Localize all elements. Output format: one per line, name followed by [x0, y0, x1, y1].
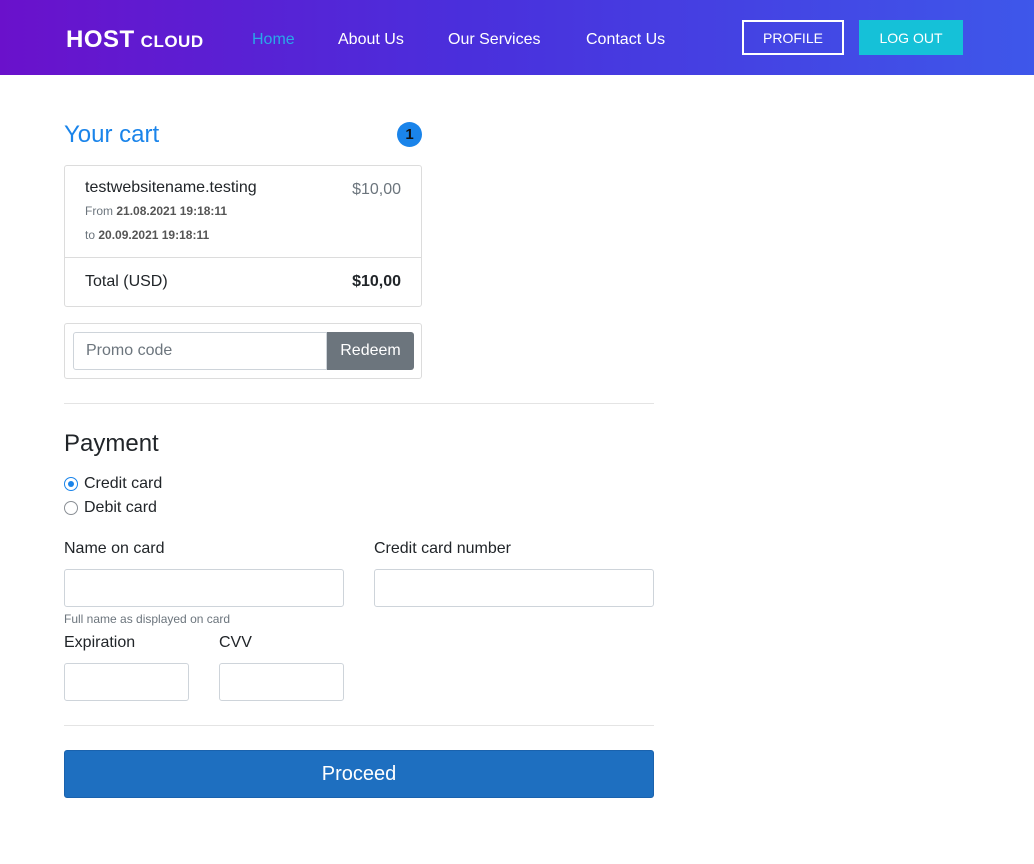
- promo-code-input[interactable]: [73, 332, 327, 370]
- expiration-label: Expiration: [64, 634, 136, 651]
- cart-title: Your cart: [64, 121, 160, 148]
- cart-total-row: Total (USD) $10,00: [65, 258, 421, 306]
- name-on-card-input[interactable]: [64, 569, 344, 607]
- brand-main: HOST: [66, 26, 135, 53]
- cart-item-name: testwebsitename.testing: [85, 179, 257, 196]
- divider: [64, 725, 654, 726]
- credit-card-label[interactable]: Credit card: [84, 475, 162, 493]
- divider: [64, 403, 654, 404]
- cart-item-to: to 20.09.2021 19:18:11: [85, 228, 209, 242]
- total-value: $10,00: [352, 273, 401, 290]
- cart-item-price: $10,00: [352, 181, 401, 198]
- debit-card-label[interactable]: Debit card: [84, 499, 157, 517]
- brand-sub: CLOUD: [140, 32, 204, 51]
- payment-method-debit[interactable]: Debit card: [64, 499, 157, 517]
- profile-button[interactable]: PROFILE: [742, 20, 844, 55]
- to-label: to: [85, 228, 96, 242]
- to-date: 20.09.2021 19:18:11: [98, 228, 210, 242]
- name-on-card-label: Name on card: [64, 540, 165, 557]
- expiration-input[interactable]: [64, 663, 189, 701]
- radio-credit-card[interactable]: [64, 477, 78, 491]
- brand-logo[interactable]: HOST CLOUD: [66, 26, 204, 54]
- from-date: 21.08.2021 19:18:11: [116, 204, 228, 218]
- cvv-input[interactable]: [219, 663, 344, 701]
- nav-about-us[interactable]: About Us: [338, 31, 404, 49]
- from-label: From: [85, 204, 113, 218]
- nav-our-services[interactable]: Our Services: [448, 31, 540, 49]
- cart-item-from: From 21.08.2021 19:18:11: [85, 204, 227, 218]
- payment-method-credit[interactable]: Credit card: [64, 475, 162, 493]
- promo-form: Redeem: [64, 323, 422, 379]
- cvv-label: CVV: [219, 634, 252, 651]
- cart-item: testwebsitename.testing $10,00 From 21.0…: [65, 166, 421, 258]
- payment-title: Payment: [64, 430, 159, 457]
- total-label: Total (USD): [85, 273, 168, 290]
- redeem-button[interactable]: Redeem: [327, 332, 414, 370]
- nav-home[interactable]: Home: [252, 31, 295, 49]
- card-number-label: Credit card number: [374, 540, 511, 557]
- name-help-text: Full name as displayed on card: [64, 612, 231, 626]
- card-number-input[interactable]: [374, 569, 654, 607]
- cart-list: testwebsitename.testing $10,00 From 21.0…: [64, 165, 422, 307]
- radio-debit-card[interactable]: [64, 501, 78, 515]
- logout-button[interactable]: LOG OUT: [859, 20, 963, 55]
- cart-count-badge: 1: [397, 122, 422, 147]
- proceed-button[interactable]: Proceed: [64, 750, 654, 798]
- top-navbar: HOST CLOUD Home About Us Our Services Con…: [0, 0, 1034, 75]
- nav-contact-us[interactable]: Contact Us: [586, 31, 665, 49]
